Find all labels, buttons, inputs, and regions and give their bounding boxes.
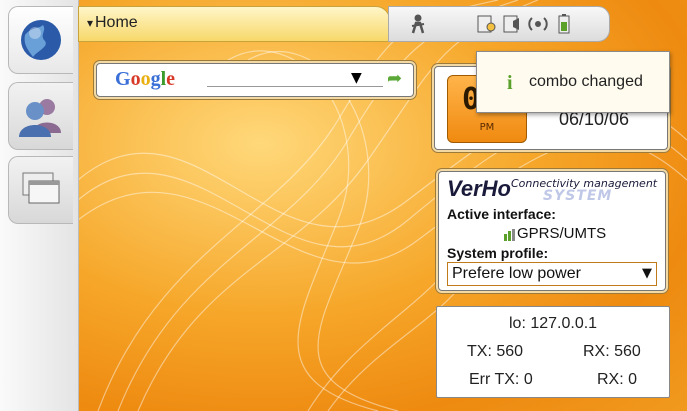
rx-count: RX: 560 xyxy=(583,343,641,360)
window-title: Home xyxy=(95,14,138,31)
network-stats-applet: lo: 127.0.0.1 TX: 560 RX: 560 Err TX: 0 … xyxy=(436,306,670,398)
title-bar[interactable]: ▾ Home xyxy=(78,6,390,42)
system-profile-label: System profile: xyxy=(447,245,549,261)
google-search-applet: Google ▼ ➦ xyxy=(96,63,414,97)
verho-applet: SYSTEM VerHo Connectivity management Act… xyxy=(438,171,666,291)
active-interface-value: GPRS/UMTS xyxy=(517,225,607,242)
network-icon xyxy=(503,227,517,246)
volume-icon[interactable] xyxy=(501,13,523,35)
globe-icon xyxy=(21,20,61,60)
verho-tagline: Connectivity management xyxy=(511,177,658,190)
tx-count: TX: 560 xyxy=(467,343,524,360)
signal-icon[interactable] xyxy=(527,13,549,35)
system-profile-value: Prefere low power xyxy=(452,265,581,282)
person-icon[interactable] xyxy=(407,13,429,35)
loopback-address: lo: 127.0.0.1 xyxy=(509,315,598,332)
verho-logo: VerHo xyxy=(447,176,511,201)
err-tx-count: Err TX: 0 xyxy=(469,371,533,388)
contacts-icon xyxy=(19,99,61,137)
info-icon: i xyxy=(507,72,513,94)
notification-banner[interactable]: i combo changed xyxy=(476,51,670,113)
taskbar-item-windows[interactable] xyxy=(8,156,73,224)
status-bar xyxy=(388,6,610,42)
verho-system-text: SYSTEM xyxy=(543,188,613,204)
search-input[interactable] xyxy=(207,86,383,87)
taskbar xyxy=(0,0,79,411)
search-dropdown-button[interactable]: ▼ xyxy=(351,70,362,86)
err-rx-count: RX: 0 xyxy=(597,371,638,388)
taskbar-item-browser[interactable] xyxy=(8,6,73,74)
system-profile-select[interactable]: Prefere low power ▼ xyxy=(447,262,657,286)
windows-icon xyxy=(22,172,60,204)
google-logo: Google xyxy=(115,68,176,90)
notification-text: combo changed xyxy=(529,73,643,90)
battery-icon[interactable] xyxy=(553,13,575,35)
taskbar-item-contacts[interactable] xyxy=(8,82,73,150)
chevron-down-icon[interactable]: ▾ xyxy=(87,16,93,30)
brightness-icon[interactable] xyxy=(475,13,497,35)
dropdown-arrow-icon: ▼ xyxy=(642,266,652,281)
clock-ampm: PM xyxy=(479,122,495,133)
search-go-button[interactable]: ➦ xyxy=(387,68,402,89)
active-interface-label: Active interface: xyxy=(447,206,556,222)
